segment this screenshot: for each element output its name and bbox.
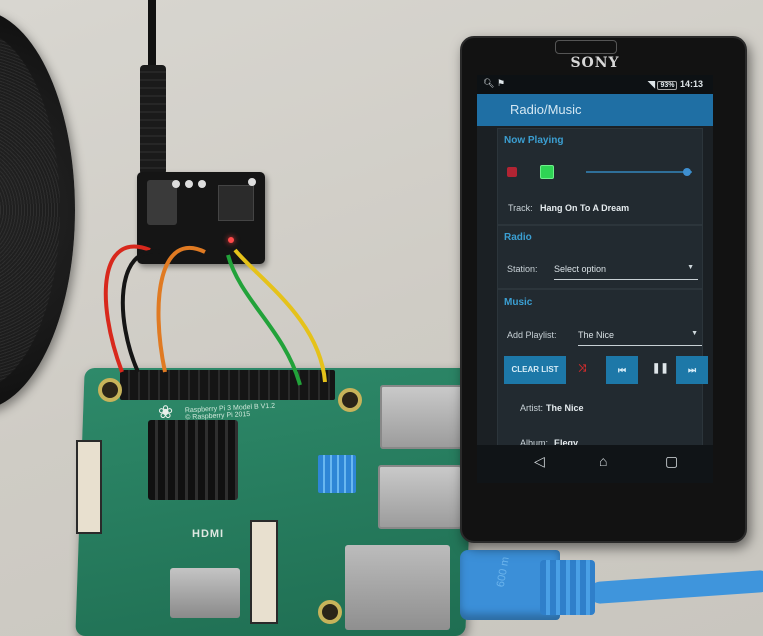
notification-icon: ⚑ bbox=[496, 78, 506, 88]
artist-value: The Nice bbox=[546, 403, 584, 413]
shuffle-icon[interactable]: ⤨ bbox=[578, 363, 586, 374]
play-button[interactable] bbox=[540, 165, 554, 179]
clear-list-button[interactable]: CLEAR LIST bbox=[504, 356, 566, 384]
playlist-select[interactable]: The Nice ▼ bbox=[578, 330, 702, 346]
phone-earpiece bbox=[555, 40, 617, 54]
back-icon[interactable]: ◁ bbox=[534, 453, 545, 470]
phone-screen: 🔍︎ ⚑ ◥ 93% 14:13 Radio/Music Now Playing… bbox=[477, 75, 713, 483]
clock: 14:13 bbox=[679, 79, 703, 89]
ethernet-strain-relief bbox=[540, 560, 595, 615]
wifi-icon: ◥ bbox=[648, 79, 655, 89]
volume-slider-thumb[interactable] bbox=[682, 168, 691, 176]
recents-icon[interactable]: ▢ bbox=[665, 453, 678, 470]
playlist-select-value: The Nice bbox=[578, 330, 615, 340]
status-bar: 🔍︎ ⚑ ◥ 93% 14:13 bbox=[477, 75, 713, 94]
wire-green bbox=[226, 254, 302, 386]
now-playing-card: Now Playing Track: Hang On To A Dream bbox=[497, 128, 703, 225]
next-button[interactable]: ⏭ bbox=[676, 356, 708, 384]
dropdown-arrow-icon: ▼ bbox=[687, 264, 694, 271]
wire-orange bbox=[156, 245, 206, 373]
phone-brand-logo: SONY bbox=[570, 55, 620, 71]
wire-yellow bbox=[233, 248, 327, 383]
status-right: ◥ 93% 14:13 bbox=[648, 79, 703, 90]
radio-card: Radio Station: Select option ▼ bbox=[497, 225, 703, 289]
station-label: Station: bbox=[507, 264, 538, 274]
now-playing-title: Now Playing bbox=[504, 135, 564, 146]
app-bar: Radio/Music bbox=[477, 94, 713, 126]
wire-black bbox=[120, 249, 161, 373]
stop-button[interactable] bbox=[507, 167, 517, 177]
status-left-icons: 🔍︎ ⚑ bbox=[483, 78, 505, 89]
station-select-value: Select option bbox=[554, 264, 607, 274]
dropdown-arrow-icon: ▼ bbox=[691, 330, 698, 337]
pause-button[interactable]: ❚❚ bbox=[652, 363, 669, 374]
music-title: Music bbox=[504, 297, 533, 308]
app-title: Radio/Music bbox=[510, 102, 582, 117]
search-icon: 🔍︎ bbox=[483, 78, 495, 88]
track-label: Track: bbox=[508, 203, 533, 213]
android-nav-bar: ◁ ⌂ ▢ bbox=[477, 445, 713, 483]
radio-title: Radio bbox=[504, 232, 532, 243]
track-value: Hang On To A Dream bbox=[540, 203, 630, 213]
volume-slider[interactable] bbox=[586, 171, 692, 173]
battery-indicator: 93% bbox=[657, 81, 678, 90]
previous-button[interactable]: ⏮ bbox=[606, 356, 638, 384]
music-card: Music Add Playlist: The Nice ▼ CLEAR LIS… bbox=[497, 289, 708, 451]
wire-red bbox=[103, 244, 151, 373]
station-select[interactable]: Select option ▼ bbox=[554, 264, 698, 280]
home-icon[interactable]: ⌂ bbox=[599, 453, 607, 469]
artist-label: Artist: bbox=[520, 403, 544, 413]
playlist-label: Add Playlist: bbox=[507, 330, 557, 340]
